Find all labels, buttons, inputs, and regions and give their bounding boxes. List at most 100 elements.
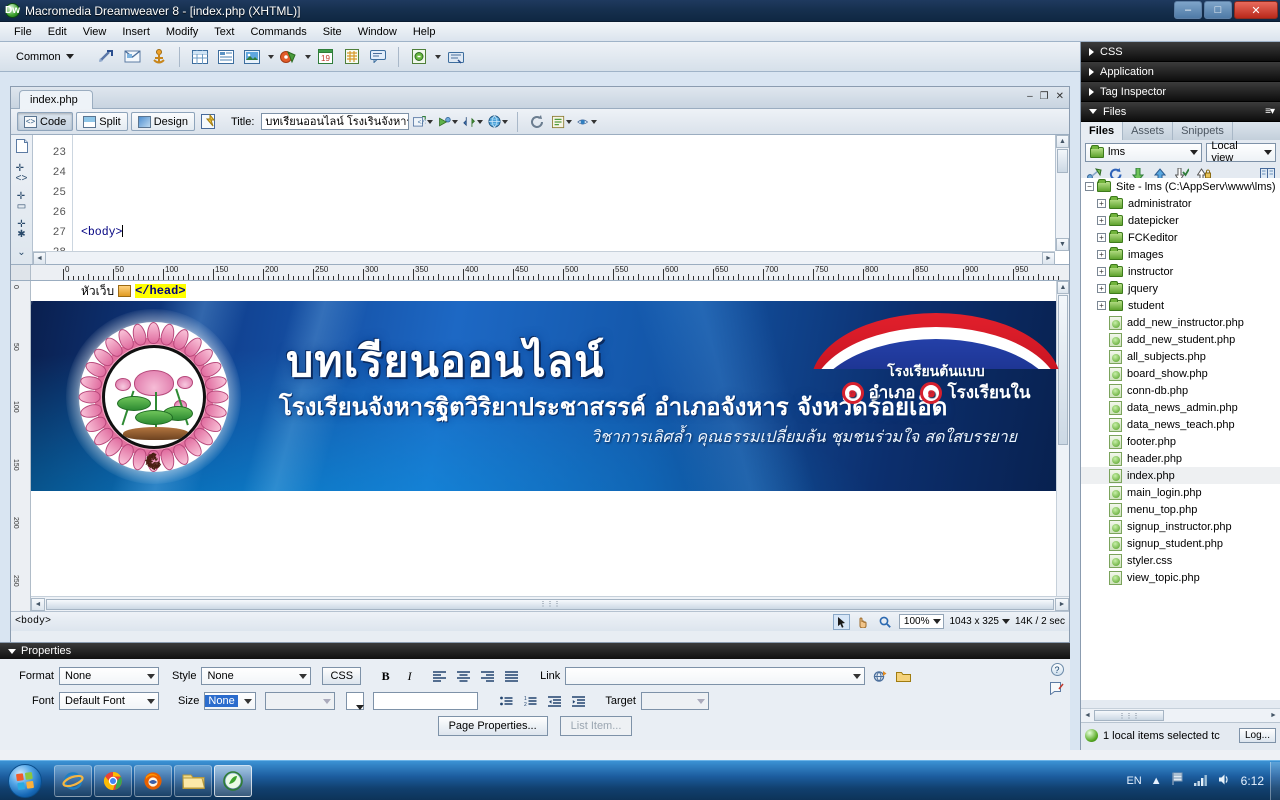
bold-button[interactable]: B <box>376 667 395 686</box>
server-code-icon[interactable] <box>408 46 430 68</box>
media-icon[interactable] <box>278 46 300 68</box>
site-banner-image[interactable]: สีลเปปมฺโช สกรณี กุสลสสุ ปลมฺปทา สจิตฺตป… <box>31 301 1069 491</box>
windows-explorer-icon[interactable] <box>174 764 212 797</box>
scroll-down-arrow[interactable]: ▼ <box>1056 238 1069 251</box>
tree-row-folder[interactable]: + jquery <box>1081 280 1280 297</box>
format-dropdown[interactable]: None <box>59 667 159 685</box>
scroll-left-arrow[interactable]: ◄ <box>33 252 46 265</box>
tree-row-file[interactable]: styler.css <box>1081 552 1280 569</box>
menu-file[interactable]: File <box>6 24 40 40</box>
help-icon[interactable]: ? <box>1050 663 1064 676</box>
panel-header-files[interactable]: Files ≡▾ <box>1081 102 1280 122</box>
table-objects-icon[interactable] <box>215 46 237 68</box>
view-button-design[interactable]: Design <box>130 112 195 131</box>
chevron-down-icon[interactable] <box>434 54 441 59</box>
tree-row-folder[interactable]: + administrator <box>1081 195 1280 212</box>
text-color-swatch[interactable] <box>346 692 365 710</box>
indent-icon[interactable] <box>569 692 588 711</box>
tree-row-file[interactable]: board_show.php <box>1081 365 1280 382</box>
scroll-left-arrow[interactable]: ◄ <box>31 597 45 611</box>
point-to-file-icon[interactable] <box>870 667 889 686</box>
zoom-tool-icon[interactable] <box>877 614 894 630</box>
files-tree[interactable]: − Site - lms (C:\AppServ\www\lms) + admin… <box>1081 178 1280 700</box>
panel-options-icon[interactable]: ≡▾ <box>1265 106 1275 117</box>
expand-all-icon[interactable]: ✛ ✱ <box>17 220 25 240</box>
file-management-icon[interactable]: </> <box>412 111 434 133</box>
browse-folder-icon[interactable] <box>894 667 913 686</box>
link-input[interactable] <box>565 667 866 685</box>
tree-row-file[interactable]: signup_instructor.php <box>1081 518 1280 535</box>
show-desktop-button[interactable] <box>1270 761 1280 800</box>
page-title-input[interactable]: บทเรียนออนไลน์ โรงเรินจังหารฐิ <box>261 113 410 130</box>
code-text-area[interactable]: <body> <table width="1104" border="1" al… <box>73 135 1069 264</box>
page-properties-button[interactable]: Page Properties... <box>437 716 548 736</box>
scroll-left-arrow[interactable]: ◄ <box>1081 709 1094 722</box>
site-dropdown[interactable]: lms <box>1085 142 1203 162</box>
italic-button[interactable]: I <box>400 667 419 686</box>
tree-row-file[interactable]: conn-db.php <box>1081 382 1280 399</box>
template-icon[interactable] <box>341 46 363 68</box>
internet-explorer-icon[interactable] <box>54 764 92 797</box>
view-dropdown[interactable]: Local view <box>1206 140 1276 164</box>
tree-row-folder[interactable]: + datepicker <box>1081 212 1280 229</box>
align-justify-icon[interactable] <box>502 667 521 686</box>
google-chrome-icon[interactable] <box>94 764 132 797</box>
check-browser-icon[interactable] <box>487 111 509 133</box>
log-button[interactable]: Log... <box>1238 728 1276 743</box>
minimize-button[interactable]: – <box>1174 1 1202 19</box>
tree-row-file[interactable]: index.php <box>1081 467 1280 484</box>
dreamweaver-icon[interactable] <box>214 764 252 797</box>
volume-icon[interactable] <box>1218 773 1232 789</box>
firefox-icon[interactable] <box>134 764 172 797</box>
chevron-down-icon[interactable]: ⌄ <box>17 248 25 258</box>
color-hex-input[interactable] <box>373 692 479 710</box>
doc-restore-button[interactable]: ❐ <box>1040 91 1049 102</box>
hand-tool-icon[interactable] <box>855 614 872 630</box>
images-icon[interactable] <box>241 46 263 68</box>
design-canvas[interactable]: หัวเว็บ </head> ส ี ล เ ป ป ม ฺ โ ช ส ก … <box>31 281 1069 611</box>
chevron-down-icon[interactable] <box>267 54 274 59</box>
taskbar-clock[interactable]: 6:12 <box>1241 774 1264 788</box>
network-icon[interactable] <box>1193 773 1209 789</box>
doc-minimize-button[interactable]: – <box>1027 91 1033 102</box>
list-item-button[interactable]: List Item... <box>559 716 633 736</box>
start-button[interactable] <box>2 762 48 800</box>
expand-toggle-icon[interactable]: + <box>1097 233 1106 242</box>
tree-row-file[interactable]: footer.php <box>1081 433 1280 450</box>
chevron-up-icon[interactable]: ▲ <box>1151 775 1162 787</box>
tree-row-file[interactable]: data_news_admin.php <box>1081 399 1280 416</box>
collapse-selection-icon[interactable]: ✛ ▭ <box>17 192 26 212</box>
align-center-icon[interactable] <box>454 667 473 686</box>
scroll-up-arrow[interactable]: ▲ <box>1057 281 1069 294</box>
tab-snippets[interactable]: Snippets <box>1173 122 1233 140</box>
menu-site[interactable]: Site <box>315 24 350 40</box>
tree-row-site-root[interactable]: − Site - lms (C:\AppServ\www\lms) <box>1081 178 1280 195</box>
target-dropdown[interactable] <box>640 692 709 710</box>
flag-icon[interactable] <box>1171 772 1185 789</box>
tree-row-file[interactable]: data_news_teach.php <box>1081 416 1280 433</box>
tree-row-folder[interactable]: + images <box>1081 246 1280 263</box>
scroll-right-arrow[interactable]: ► <box>1042 252 1055 265</box>
expand-toggle-icon[interactable]: + <box>1097 250 1106 259</box>
zoom-level-dropdown[interactable]: 100% <box>898 614 945 629</box>
ruler-corner[interactable] <box>11 265 31 280</box>
scroll-right-arrow[interactable]: ► <box>1267 709 1280 722</box>
tree-row-folder[interactable]: + student <box>1081 297 1280 314</box>
ordered-list-icon[interactable]: 12 <box>521 692 540 711</box>
files-horizontal-scrollbar[interactable]: ◄ ⋮⋮⋮ ► <box>1081 708 1280 722</box>
code-horizontal-scrollbar[interactable]: ◄ ► <box>33 251 1055 265</box>
menu-help[interactable]: Help <box>405 24 444 40</box>
tree-row-file[interactable]: signup_student.php <box>1081 535 1280 552</box>
expand-toggle-icon[interactable]: + <box>1097 301 1106 310</box>
expand-toggle-icon[interactable]: + <box>1097 216 1106 225</box>
css-button[interactable]: CSS <box>322 667 362 685</box>
unordered-list-icon[interactable] <box>497 692 516 711</box>
tree-row-folder[interactable]: + instructor <box>1081 263 1280 280</box>
view-button-split[interactable]: Split <box>76 112 128 131</box>
comment-icon[interactable] <box>367 46 389 68</box>
tree-row-folder[interactable]: + FCKeditor <box>1081 229 1280 246</box>
refresh-design-icon[interactable] <box>462 111 484 133</box>
menu-modify[interactable]: Modify <box>158 24 206 40</box>
scrollbar-thumb[interactable]: ⋮⋮⋮ <box>46 598 1054 610</box>
panel-header-application[interactable]: Application <box>1081 62 1280 82</box>
